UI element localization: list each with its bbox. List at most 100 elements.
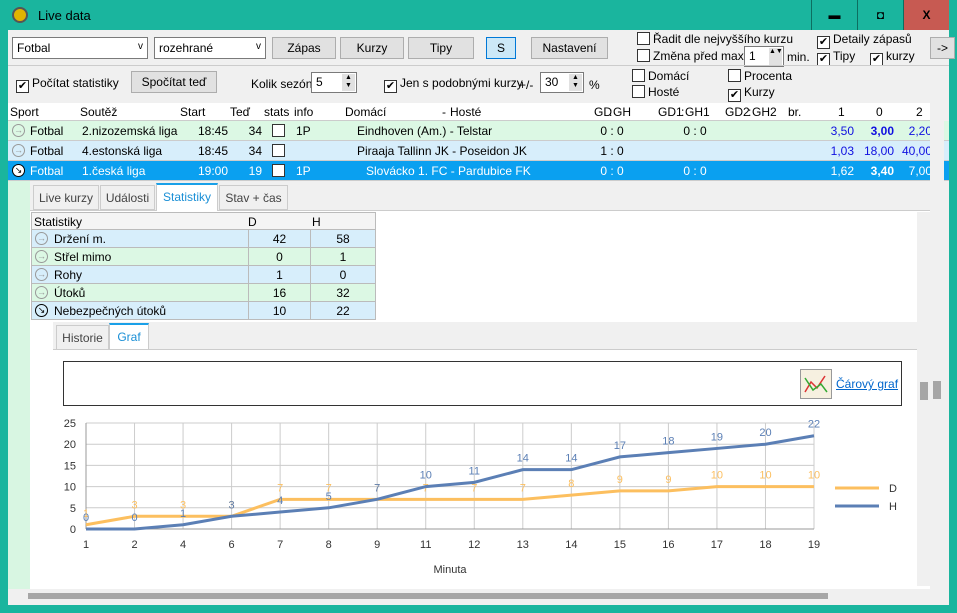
x-tick-label: 14 [565, 539, 577, 551]
col-br[interactable]: br. [788, 105, 801, 119]
stats-checkbox[interactable] [272, 124, 285, 137]
zmena-checkbox[interactable]: Změna před max. [637, 49, 747, 63]
cell-odd-1[interactable]: 1,62 [798, 164, 854, 178]
sport-value: Fotbal [17, 41, 51, 55]
jen-checkbox[interactable]: ✔ Jen s podobnými kurzy [384, 76, 523, 93]
expand-icon[interactable]: → [12, 144, 25, 157]
pm-stepper[interactable]: 30 ▲ ▼ [540, 72, 584, 93]
cell-odd-1[interactable]: 1,03 [798, 144, 854, 158]
stats-checkbox[interactable] [272, 144, 285, 157]
close-button[interactable]: X [903, 0, 949, 30]
col-ted[interactable]: Teď [230, 105, 250, 119]
table-row[interactable]: → Fotbal 2.nizozemská liga 18:45 34 1P E… [8, 121, 949, 141]
cell-odd-2[interactable]: 2,20 [888, 124, 932, 138]
tab-historie[interactable]: Historie [56, 325, 109, 350]
cell-info: 1P [296, 124, 311, 138]
tab-statistiky[interactable]: Statistiky [156, 183, 218, 211]
tipy-button[interactable]: Tipy [408, 37, 474, 59]
zmena-stepper[interactable]: 1 ▲▼ [744, 46, 784, 67]
expand-icon[interactable]: → [12, 124, 25, 137]
tipy-checkbox[interactable]: ✔ Tipy [817, 49, 855, 66]
zapas-button[interactable]: Zápas [272, 37, 336, 59]
maximize-button[interactable]: ◘ [857, 0, 903, 30]
scroll-thumb[interactable] [933, 381, 941, 399]
col-gd2[interactable]: GD2 [725, 105, 750, 119]
tab-stav-cas[interactable]: Stav + čas [219, 185, 288, 210]
col-0[interactable]: 0 [876, 105, 883, 119]
kurzy2-checkbox[interactable]: ✔ Kurzy [728, 85, 775, 102]
line-chart-icon[interactable] [800, 369, 832, 399]
stats-row[interactable]: → Střel mimo 0 1 [31, 248, 376, 266]
col-stats[interactable]: stats [264, 105, 289, 119]
expand-icon[interactable]: → [35, 250, 48, 263]
grid-vertical-scrollbar[interactable] [930, 103, 944, 589]
expand-icon[interactable]: → [35, 268, 48, 281]
horizontal-scrollbar[interactable] [8, 589, 949, 603]
col-gh2[interactable]: GH2 [752, 105, 777, 119]
expanded-icon[interactable]: ↘ [12, 164, 25, 177]
sport-select[interactable]: Fotbal v [12, 37, 148, 59]
grid-header: Sport Soutěž Start Teď stats info Domácí… [8, 103, 937, 121]
data-label-D: 7 [471, 482, 477, 494]
stats-label: Nebezpečných útoků [54, 304, 167, 318]
col-soutez[interactable]: Soutěž [80, 105, 117, 119]
col-2[interactable]: 2 [916, 105, 923, 119]
expand-icon[interactable]: → [35, 286, 48, 299]
col-gh1[interactable]: GH1 [685, 105, 710, 119]
expand-icon[interactable]: → [35, 232, 48, 245]
hoste-checkbox[interactable]: Hosté [632, 85, 679, 99]
data-label-H: 4 [277, 495, 283, 507]
cell-odd-2[interactable]: 40,00 [888, 144, 932, 158]
y-tick-label: 15 [64, 460, 76, 472]
tab-graf[interactable]: Graf [109, 323, 149, 350]
pocitat-checkbox[interactable]: ✔ Počítat statistiky [16, 76, 119, 93]
cell-odd-1[interactable]: 3,50 [798, 124, 854, 138]
col-gd1[interactable]: GD1 [658, 105, 683, 119]
tab-udalosti[interactable]: Události [100, 185, 155, 210]
nastaveni-button[interactable]: Nastavení [531, 37, 608, 59]
kolik-stepper[interactable]: 5 ▲ ▼ [311, 72, 357, 93]
col-sport[interactable]: Sport [10, 105, 39, 119]
stats-row[interactable]: ↘ Nebezpečných útoků 10 22 [31, 302, 376, 320]
procenta-checkbox[interactable]: Procenta [728, 69, 792, 83]
spocitat-button[interactable]: Spočítat teď [131, 71, 217, 93]
col-info[interactable]: info [294, 105, 313, 119]
kurzy-button[interactable]: Kurzy [340, 37, 404, 59]
s-button[interactable]: S [486, 37, 516, 59]
line-chart-link[interactable]: Čárový graf [836, 377, 898, 391]
y-tick-label: 5 [70, 503, 76, 515]
x-tick-label: 15 [614, 539, 626, 551]
cell-sport: Fotbal [30, 164, 64, 178]
kurzy2-label: Kurzy [744, 85, 775, 99]
cell-odd-2[interactable]: 7,00 [888, 164, 932, 178]
stats-row[interactable]: → Rohy 1 0 [31, 266, 376, 284]
expanded-icon[interactable]: ↘ [35, 304, 48, 317]
stats-row[interactable]: → Držení m. 42 58 [31, 230, 376, 248]
radit-checkbox[interactable]: Řadit dle nejvyššího kurzu [637, 32, 793, 46]
col-gh[interactable]: GH [613, 105, 631, 119]
col-1[interactable]: 1 [838, 105, 845, 119]
stepper-arrows-icon[interactable]: ▲▼ [569, 74, 582, 91]
stats-row[interactable]: → Útoků 16 32 [31, 284, 376, 302]
stepper-arrows-icon[interactable]: ▲▼ [769, 48, 783, 65]
col-start[interactable]: Start [180, 105, 205, 119]
scroll-thumb[interactable] [28, 593, 828, 599]
filter-select[interactable]: rozehrané v [154, 37, 266, 59]
col-domaci[interactable]: Domácí [345, 105, 386, 119]
domaci-checkbox[interactable]: Domácí [632, 69, 689, 83]
scroll-thumb[interactable] [920, 382, 928, 400]
minimize-button[interactable]: ▬ [811, 0, 857, 30]
table-row[interactable]: ↘ Fotbal 1.česká liga 19:00 19 1P Slovác… [8, 161, 949, 181]
expand-button[interactable]: -> [930, 37, 955, 59]
zmena-value: 1 [749, 49, 756, 63]
vertical-scrollbar[interactable] [917, 212, 931, 586]
col-hoste[interactable]: Hosté [450, 105, 481, 119]
zmena-label: Změna před max. [653, 49, 748, 63]
stepper-arrows-icon[interactable]: ▲▼ [342, 74, 355, 91]
kurzy-checkbox[interactable]: ✔ kurzy [870, 49, 915, 66]
stats-checkbox[interactable] [272, 164, 285, 177]
detail-indent [8, 181, 30, 589]
table-row[interactable]: → Fotbal 4.estonská liga 18:45 34 Piraaj… [8, 141, 949, 161]
tab-live-kurzy[interactable]: Live kurzy [33, 185, 99, 210]
detaily-checkbox[interactable]: ✔ Detaily zápasů [817, 32, 912, 49]
